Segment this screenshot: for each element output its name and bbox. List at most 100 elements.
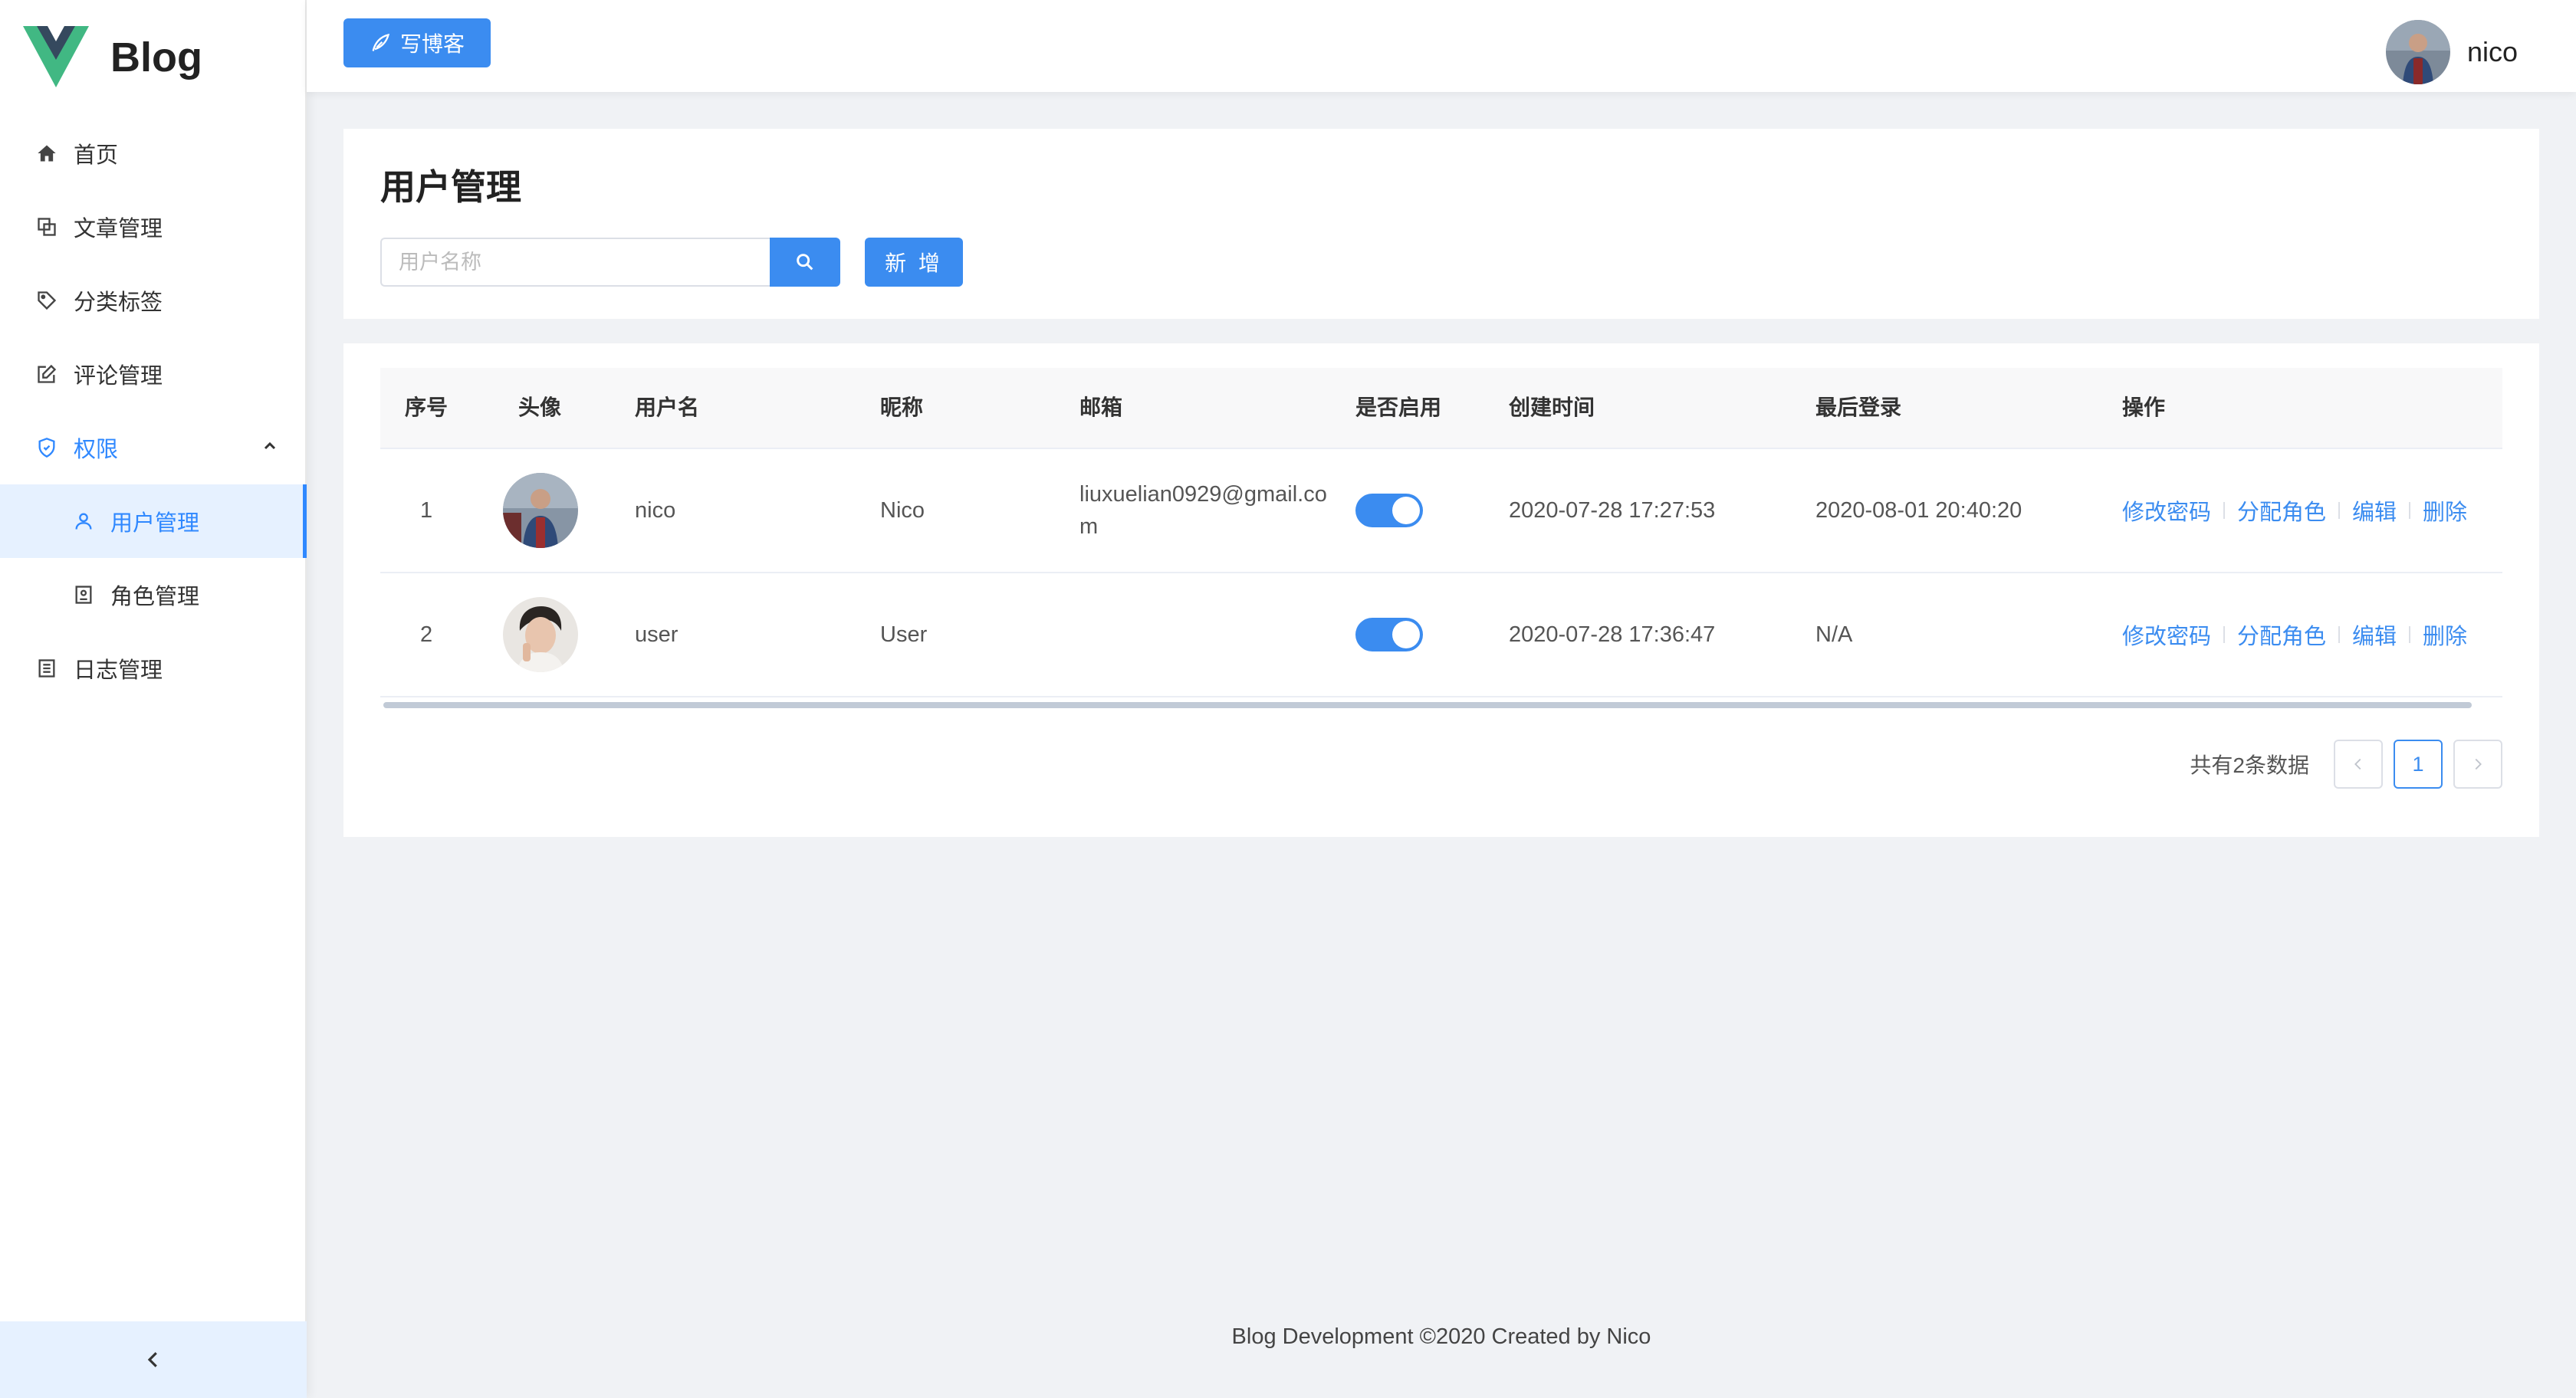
username-search-input[interactable] — [380, 238, 770, 287]
sidebar-item-label: 角色管理 — [110, 585, 200, 609]
chevron-right-icon — [2475, 758, 2482, 770]
column-header-last-login: 最后登录 — [1815, 395, 1902, 419]
enabled-toggle[interactable] — [1355, 494, 1423, 527]
sidebar-item-label: 文章管理 — [74, 217, 163, 241]
sidebar-item-roles[interactable]: 角色管理 — [0, 558, 307, 632]
divider — [2409, 502, 2411, 519]
table-horizontal-scrollbar[interactable] — [383, 702, 2472, 708]
column-header-nickname: 昵称 — [880, 395, 924, 419]
sidebar-item-label: 日志管理 — [74, 658, 163, 683]
cell-last-login: N/A — [1815, 622, 1853, 647]
cell-avatar — [503, 573, 578, 696]
edit-link[interactable]: 编辑 — [2352, 494, 2397, 527]
chevron-up-icon[interactable] — [261, 437, 279, 455]
delete-link[interactable]: 删除 — [2423, 619, 2467, 651]
sidebar-item-articles[interactable]: 文章管理 — [0, 190, 307, 264]
column-header-index: 序号 — [405, 395, 449, 419]
cell-username: nico — [635, 497, 676, 523]
sidebar-menu: 首页 文章管理 分类标签 评论管理 权限 用户管理 角色管理 日志管理 — [0, 116, 307, 705]
header-username: nico — [2466, 36, 2518, 67]
toggle-knob — [1392, 497, 1420, 524]
feather-pen-icon — [372, 33, 390, 51]
copy-icon — [35, 215, 58, 238]
divider — [2338, 502, 2341, 519]
id-card-icon — [72, 583, 95, 606]
top-header: 写博客 nico — [307, 0, 2576, 92]
logo-text: Blog — [110, 34, 202, 80]
pagination-total: 共有2条数据 — [2190, 753, 2309, 777]
logo[interactable]: Blog — [23, 23, 202, 92]
sidebar-item-label: 评论管理 — [74, 364, 163, 389]
column-header-enabled: 是否启用 — [1355, 395, 1442, 419]
divider — [2338, 626, 2341, 643]
sidebar-item-home[interactable]: 首页 — [0, 116, 307, 190]
sidebar-item-logs[interactable]: 日志管理 — [0, 632, 307, 705]
user-search-panel: 用户管理 新 增 — [343, 129, 2539, 319]
user-avatar — [503, 597, 578, 672]
edit-link[interactable]: 编辑 — [2352, 619, 2397, 651]
change-password-link[interactable]: 修改密码 — [2122, 494, 2211, 527]
column-header-avatar: 头像 — [518, 395, 562, 419]
cell-avatar — [503, 449, 578, 572]
change-password-link[interactable]: 修改密码 — [2122, 619, 2211, 651]
footer-text: Blog Development ©2020 Created by Nico — [1231, 1324, 1651, 1349]
table-header: 序号 头像 用户名 昵称 邮箱 是否启用 创建时间 最后登录 操作 — [380, 368, 2502, 449]
assign-role-link[interactable]: 分配角色 — [2237, 494, 2326, 527]
cell-last-login: 2020-08-01 20:40:20 — [1815, 497, 2022, 523]
column-header-actions: 操作 — [2122, 395, 2166, 419]
home-icon — [35, 142, 58, 165]
toggle-knob — [1392, 621, 1420, 648]
user-table: 序号 头像 用户名 昵称 邮箱 是否启用 创建时间 最后登录 操作 1 nico… — [380, 368, 2502, 697]
divider — [2223, 502, 2226, 519]
add-user-button[interactable]: 新 增 — [865, 238, 963, 287]
write-blog-label: 写博客 — [399, 32, 465, 56]
header-avatar[interactable] — [2385, 20, 2450, 84]
list-icon — [35, 657, 58, 680]
sidebar-collapse-button[interactable] — [0, 1321, 307, 1398]
cell-index: 1 — [420, 497, 433, 523]
cell-username: user — [635, 622, 678, 647]
prev-page-button[interactable] — [2334, 740, 2383, 789]
delete-link[interactable]: 删除 — [2423, 494, 2467, 527]
edit-icon — [35, 363, 58, 386]
sidebar-item-permissions[interactable]: 权限 — [0, 411, 307, 484]
sidebar: Blog 首页 文章管理 分类标签 评论管理 权限 用户管理 角色管理 日志管理 — [0, 0, 307, 1398]
cell-nickname: User — [880, 622, 928, 647]
sidebar-item-label: 分类标签 — [74, 290, 163, 315]
assign-role-link[interactable]: 分配角色 — [2237, 619, 2326, 651]
user-menu[interactable]: nico — [2385, 20, 2518, 84]
cell-enabled — [1355, 449, 1423, 572]
sidebar-item-categories[interactable]: 分类标签 — [0, 264, 307, 337]
search-button[interactable] — [770, 238, 840, 287]
sidebar-item-users[interactable]: 用户管理 — [0, 484, 307, 558]
page-number-button[interactable]: 1 — [2394, 740, 2443, 789]
cell-actions: 修改密码 分配角色 编辑 删除 — [2122, 573, 2467, 696]
pagination: 共有2条数据 1 — [2190, 739, 2502, 789]
user-table-panel: 序号 头像 用户名 昵称 邮箱 是否启用 创建时间 最后登录 操作 1 nico… — [343, 343, 2539, 837]
next-page-button[interactable] — [2453, 740, 2502, 789]
cell-index: 2 — [420, 622, 433, 647]
sidebar-item-label: 首页 — [74, 143, 119, 168]
sidebar-item-label: 用户管理 — [110, 511, 200, 536]
cell-actions: 修改密码 分配角色 编辑 删除 — [2122, 449, 2467, 572]
chevron-left-icon — [2354, 758, 2361, 770]
sidebar-item-label: 权限 — [74, 438, 119, 462]
shield-icon — [35, 436, 58, 459]
column-header-created: 创建时间 — [1509, 395, 1595, 419]
divider — [2223, 626, 2226, 643]
user-icon — [72, 510, 95, 533]
cell-email: liuxuelian0929@gmail.com — [1079, 482, 1327, 539]
user-avatar — [503, 473, 578, 548]
search-icon — [797, 254, 813, 271]
enabled-toggle[interactable] — [1355, 618, 1423, 651]
write-blog-button[interactable]: 写博客 — [343, 18, 491, 67]
sidebar-item-comments[interactable]: 评论管理 — [0, 337, 307, 411]
cell-enabled — [1355, 573, 1423, 696]
app-root: Blog 首页 文章管理 分类标签 评论管理 权限 用户管理 角色管理 日志管理… — [0, 0, 2576, 1398]
chevron-left-icon — [147, 1352, 157, 1367]
column-header-username: 用户名 — [635, 395, 700, 419]
vue-logo-icon — [23, 26, 89, 87]
table-row: 2 user User 2020-07-28 17:36:47 N/A 修改密码… — [380, 573, 2502, 697]
table-row: 1 nico Nico liuxuelian0929@gmail.com 202… — [380, 449, 2502, 573]
cell-created: 2020-07-28 17:36:47 — [1509, 622, 1716, 647]
